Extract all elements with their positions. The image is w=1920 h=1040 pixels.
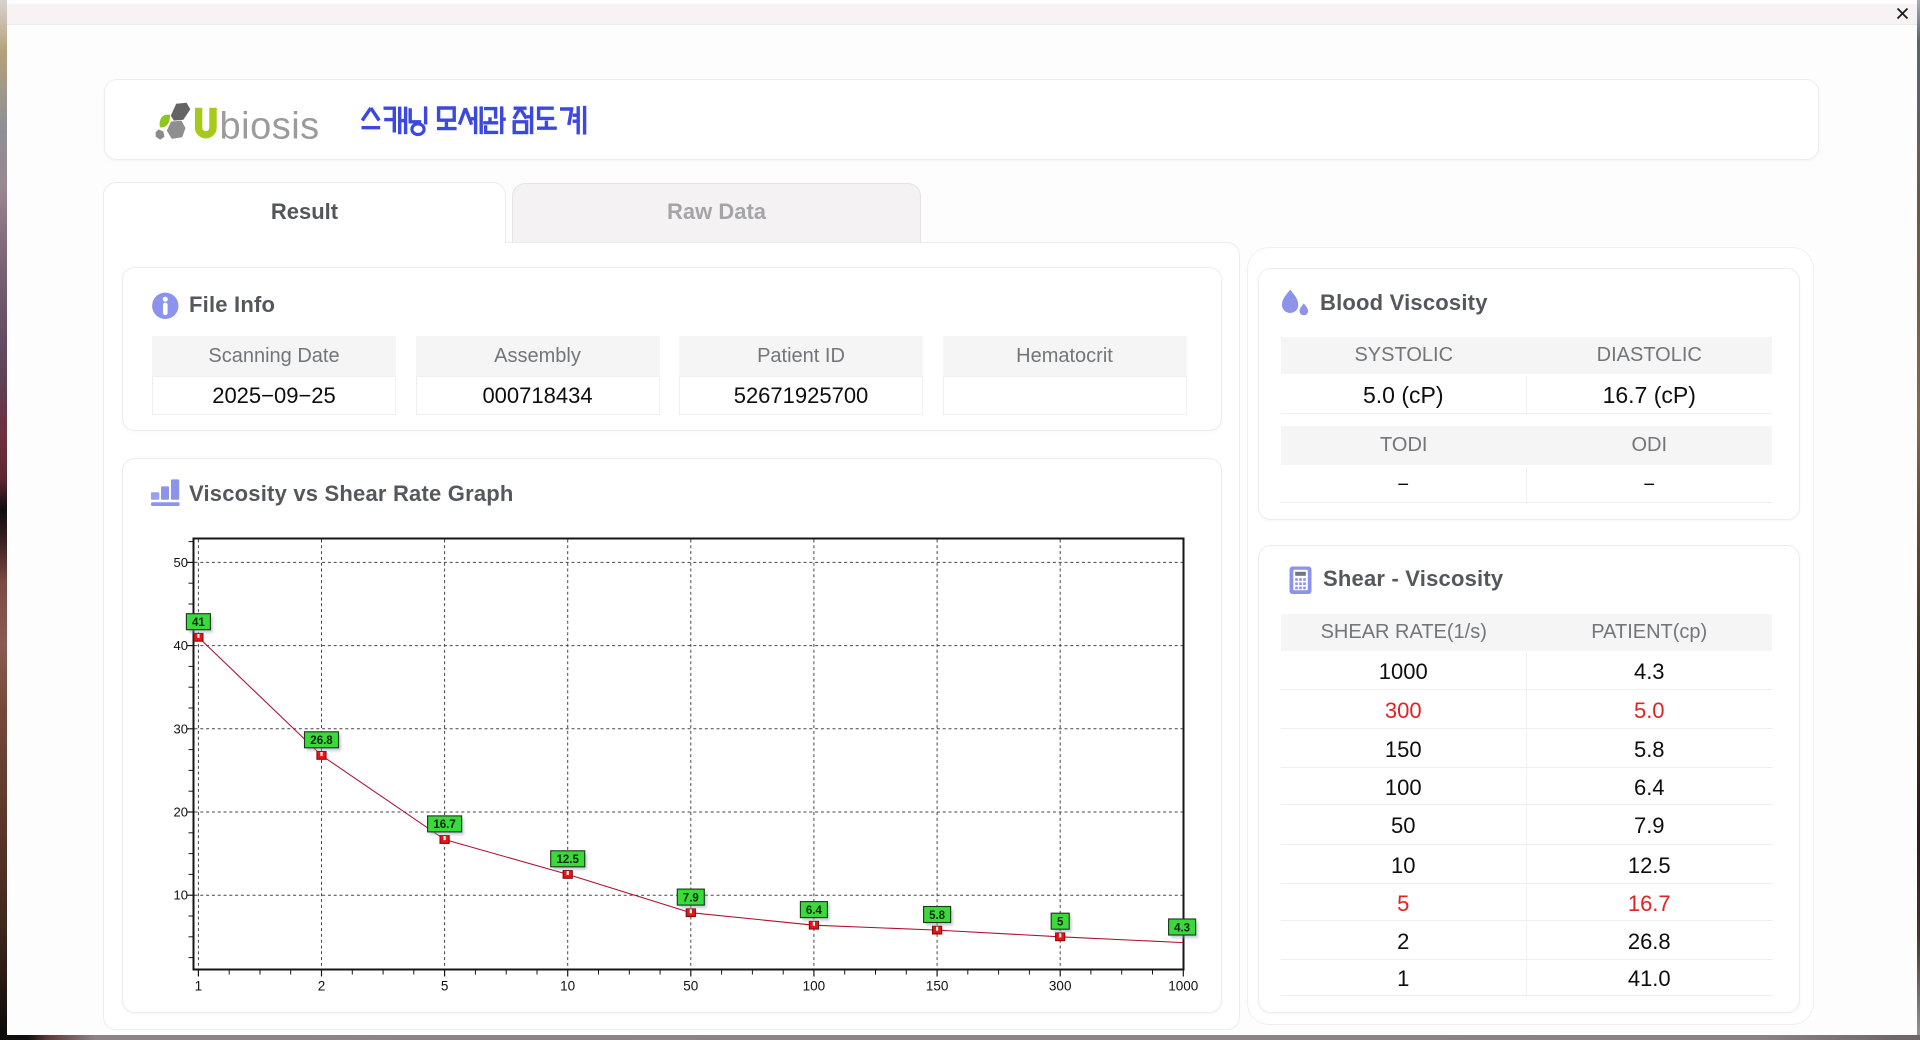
svg-text:2: 2: [318, 979, 326, 994]
svg-text:20: 20: [174, 805, 188, 820]
svg-text:30: 30: [174, 721, 188, 736]
svg-text:100: 100: [803, 979, 826, 994]
svg-text:26.8: 26.8: [310, 735, 333, 747]
svg-text:1000: 1000: [1168, 979, 1198, 994]
svg-text:150: 150: [926, 979, 949, 994]
svg-text:5.8: 5.8: [929, 910, 946, 922]
svg-text:1: 1: [195, 979, 203, 994]
svg-text:5: 5: [1057, 917, 1064, 929]
svg-text:5: 5: [441, 979, 449, 994]
svg-text:40: 40: [174, 638, 188, 653]
svg-text:6.4: 6.4: [806, 905, 823, 917]
svg-text:7.9: 7.9: [683, 892, 699, 904]
svg-text:41: 41: [192, 617, 205, 629]
svg-text:biosis: biosis: [220, 106, 320, 148]
svg-text:50: 50: [683, 979, 698, 994]
svg-text:4.3: 4.3: [1174, 922, 1190, 934]
svg-text:16.7: 16.7: [433, 819, 455, 831]
svg-text:50: 50: [174, 555, 188, 570]
svg-text:10: 10: [174, 888, 188, 903]
svg-text:300: 300: [1049, 979, 1072, 994]
svg-text:12.5: 12.5: [557, 854, 580, 866]
svg-text:10: 10: [560, 979, 575, 994]
